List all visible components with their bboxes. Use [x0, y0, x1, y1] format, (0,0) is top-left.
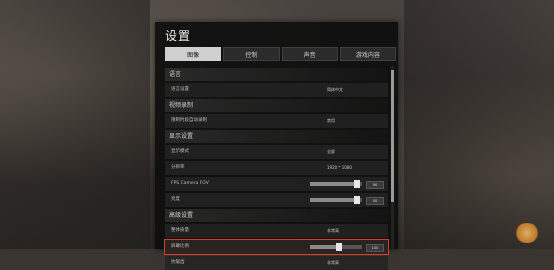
screen-scale-number-field[interactable]: 100 — [366, 244, 384, 252]
setting-value-dropdown[interactable]: 简体中文 — [327, 83, 343, 97]
brightness-number-field[interactable]: 50 — [366, 197, 384, 205]
scrollbar-thumb[interactable] — [391, 70, 394, 202]
settings-panel: 设置 图像 控制 声音 游戏内容 语言 语言设置 简体中文 视频录制 限制时段自… — [155, 22, 398, 270]
settings-title: 设置 — [165, 29, 192, 43]
tab-sound[interactable]: 声音 — [281, 47, 338, 61]
setting-label: 抗锯齿 — [171, 260, 185, 265]
section-video-recording: 视频录制 — [165, 99, 388, 112]
fov-number-field[interactable]: 90 — [366, 181, 384, 189]
setting-label: 亮度 — [171, 197, 180, 202]
tab-graphics[interactable]: 图像 — [165, 47, 222, 61]
brightness-slider[interactable] — [310, 196, 362, 204]
setting-row-overall-quality[interactable]: 整体质量 非常高 — [165, 224, 388, 238]
slider-knob[interactable] — [353, 196, 360, 204]
setting-label: 显示模式 — [171, 149, 189, 154]
fov-slider[interactable] — [310, 180, 362, 188]
slider-fill — [310, 182, 357, 186]
setting-value-dropdown[interactable]: 非常高 — [327, 256, 339, 270]
setting-value-dropdown[interactable]: 非常高 — [327, 224, 339, 238]
screen-scale-slider[interactable] — [310, 243, 362, 251]
setting-label: 屏幕比例 — [171, 244, 189, 249]
setting-row-anti-aliasing[interactable]: 抗锯齿 非常高 — [165, 256, 388, 270]
setting-row-display-mode[interactable]: 显示模式 全屏 — [165, 145, 388, 159]
background-right-shade — [404, 0, 554, 249]
section-language: 语言 — [165, 68, 388, 81]
tab-controls[interactable]: 控制 — [223, 47, 280, 61]
background-left-shade — [0, 0, 150, 249]
setting-row-fov[interactable]: FPS Camera FOV 90 — [165, 177, 388, 191]
orange-leaf-decoration — [514, 223, 540, 243]
setting-row-screen-scale[interactable]: 屏幕比例 100 — [164, 239, 389, 255]
setting-value-dropdown[interactable]: 禁用 — [327, 114, 335, 128]
setting-label: 整体质量 — [171, 228, 189, 233]
setting-row-auto-record[interactable]: 限制时段自动录制 禁用 — [165, 114, 388, 128]
slider-fill — [310, 245, 339, 249]
setting-row-brightness[interactable]: 亮度 50 — [165, 193, 388, 207]
settings-tabs: 图像 控制 声音 游戏内容 — [165, 47, 396, 61]
settings-scrollbar[interactable] — [391, 66, 394, 249]
setting-label: 限制时段自动录制 — [171, 118, 207, 123]
slider-fill — [310, 198, 357, 202]
settings-list: 语言 语言设置 简体中文 视频录制 限制时段自动录制 禁用 显示设置 显示模式 … — [164, 66, 389, 270]
tab-game-content[interactable]: 游戏内容 — [339, 47, 396, 61]
setting-row-resolution[interactable]: 分辨率 1920 * 1080 — [165, 161, 388, 175]
setting-label: FPS Camera FOV — [171, 181, 209, 186]
setting-label: 语言设置 — [171, 87, 189, 92]
setting-row-language[interactable]: 语言设置 简体中文 — [165, 83, 388, 97]
setting-value-dropdown[interactable]: 全屏 — [327, 145, 335, 159]
setting-value-dropdown[interactable]: 1920 * 1080 — [327, 161, 352, 175]
section-advanced: 高级设置 — [165, 209, 388, 222]
slider-knob[interactable] — [335, 243, 342, 251]
setting-label: 分辨率 — [171, 165, 185, 170]
section-display: 显示设置 — [165, 130, 388, 143]
slider-knob[interactable] — [353, 180, 360, 188]
